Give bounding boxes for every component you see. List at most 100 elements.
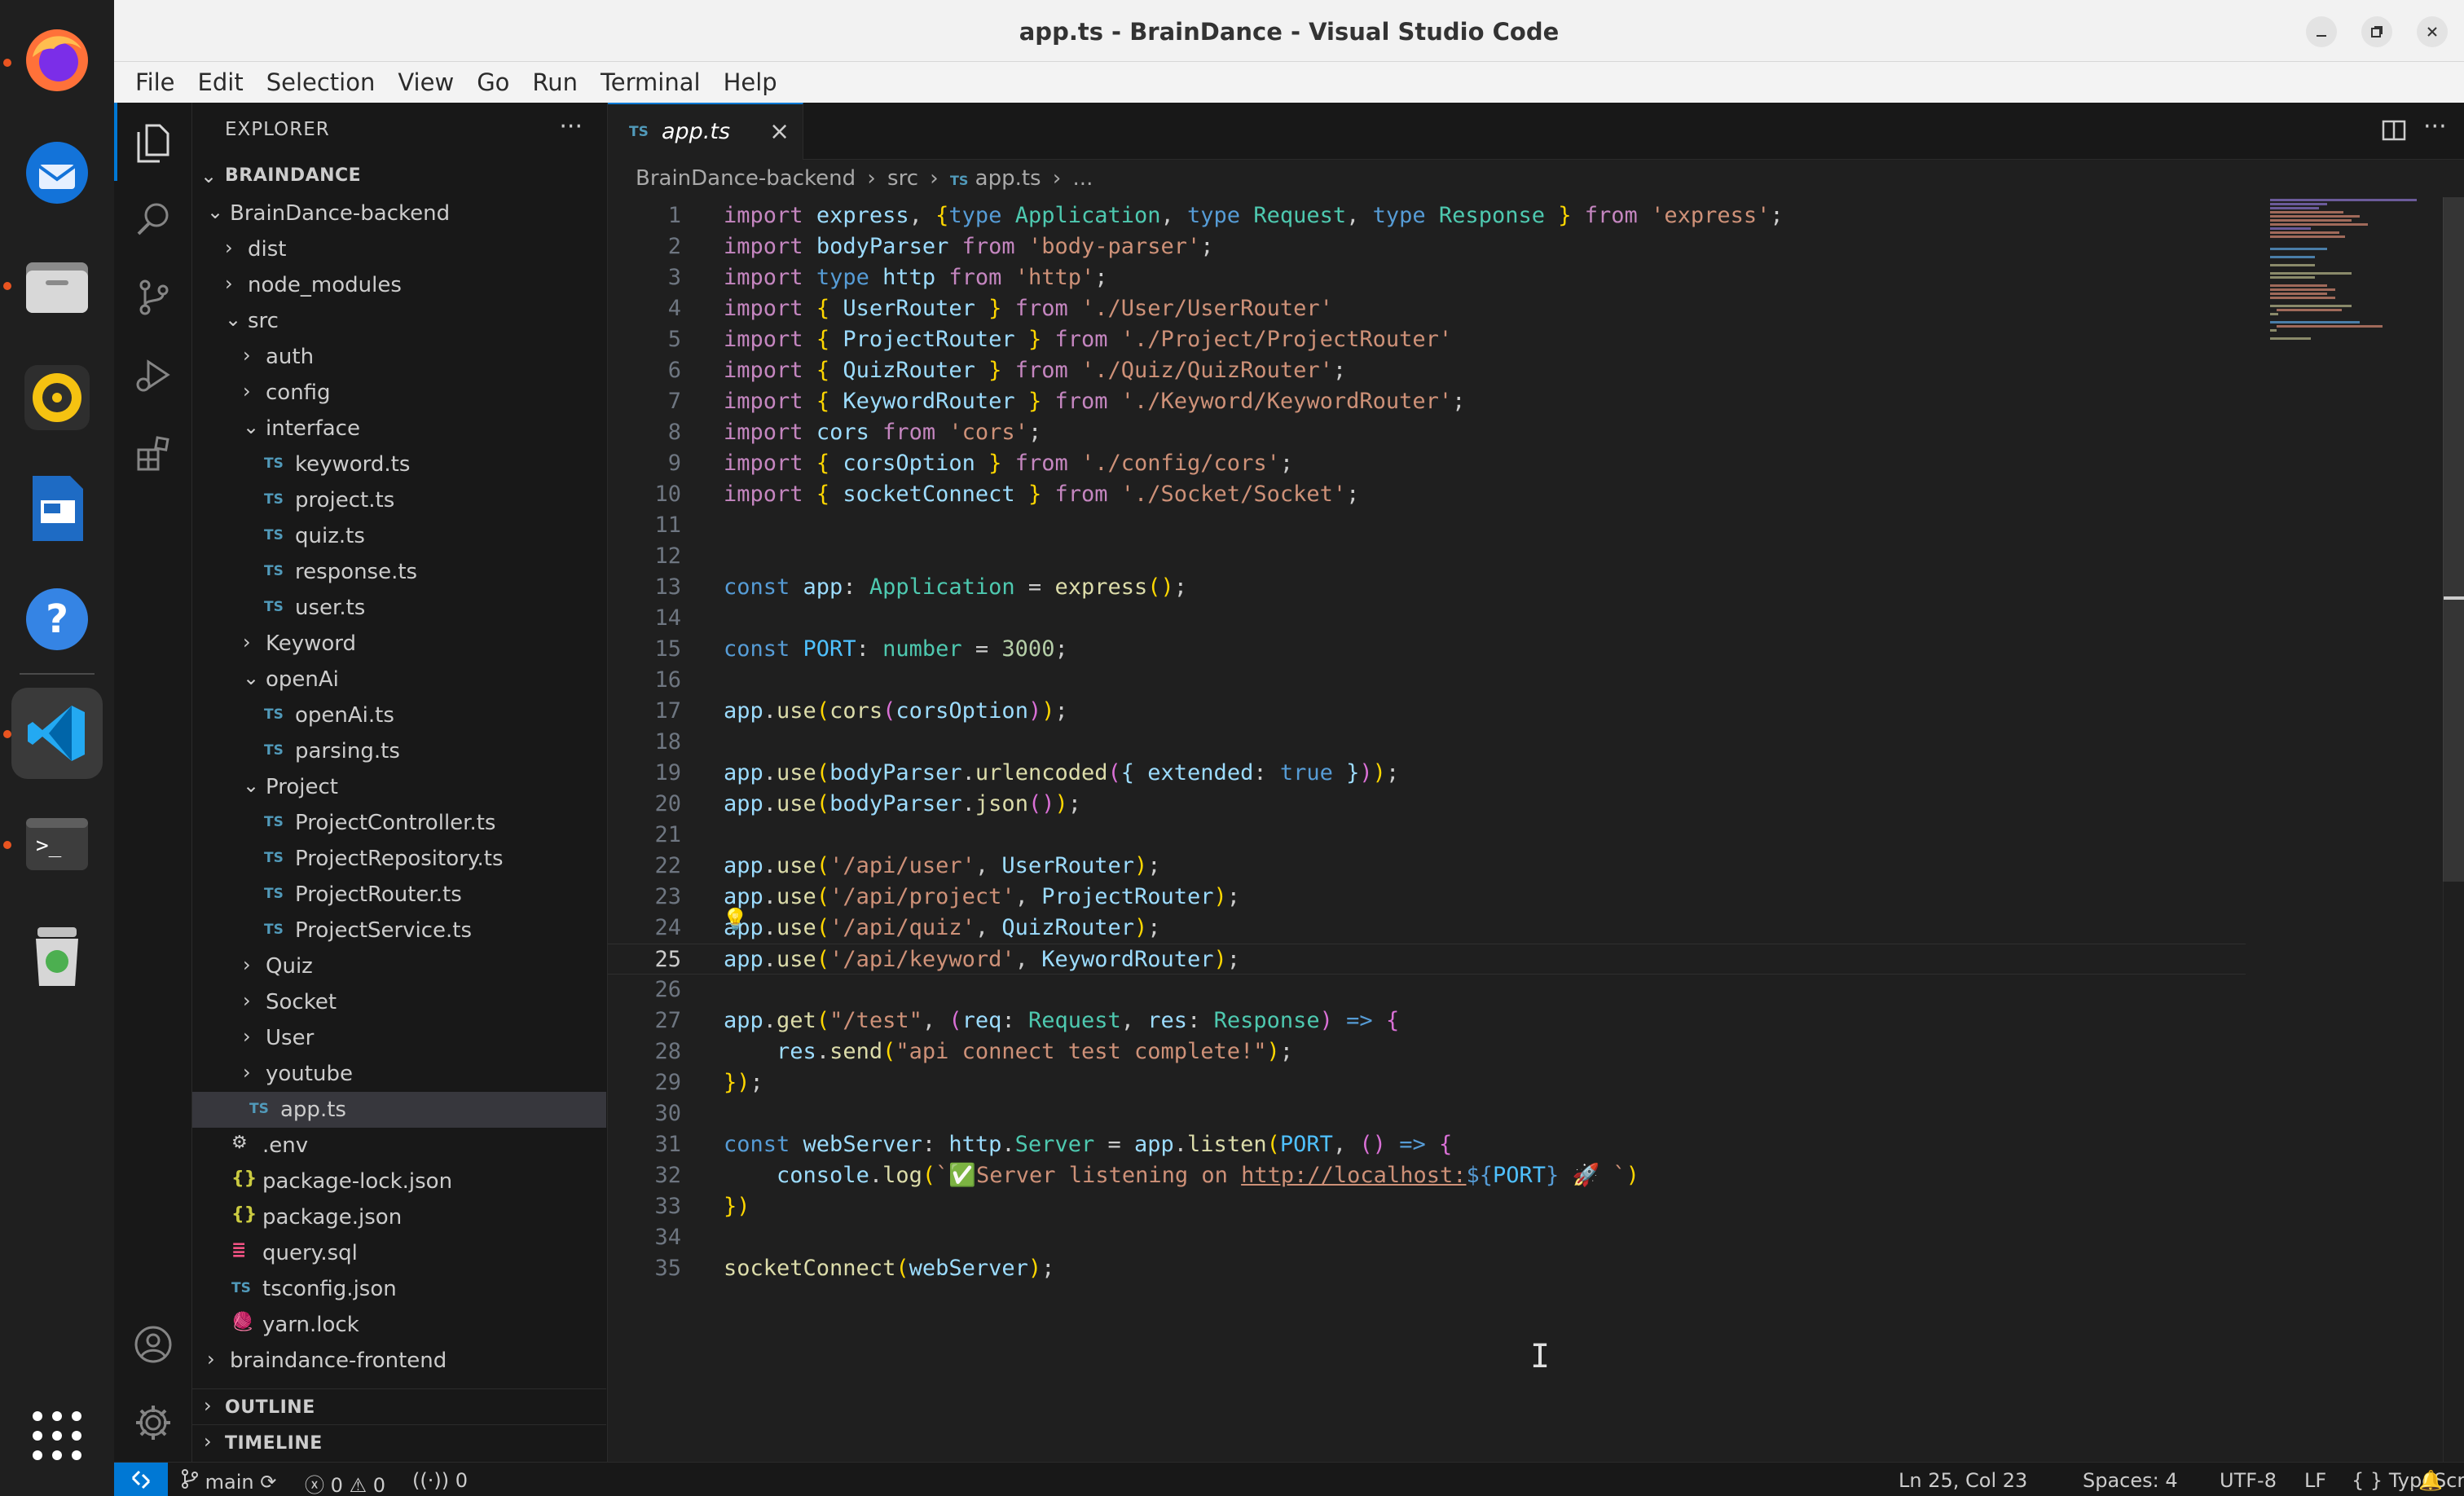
files-icon[interactable] bbox=[11, 241, 103, 332]
tree-file[interactable]: TS project.ts bbox=[192, 482, 606, 518]
code-line[interactable]: 2 import bodyParser from 'body-parser'; bbox=[608, 231, 2246, 262]
code-line[interactable]: 9 import { corsOption } from './config/co… bbox=[608, 448, 2246, 479]
encoding[interactable]: UTF-8 bbox=[2220, 1469, 2277, 1492]
lightbulb-icon[interactable]: 💡 bbox=[722, 908, 748, 932]
language-mode[interactable]: { } TypeScript bbox=[2352, 1469, 2464, 1492]
git-branch[interactable]: main ⟳ bbox=[181, 1469, 276, 1494]
code-line[interactable]: 33}) bbox=[608, 1191, 2246, 1222]
tree-folder[interactable]: › dist bbox=[192, 231, 606, 267]
code-line[interactable]: 10 import { socketConnect } from './Socke… bbox=[608, 479, 2246, 510]
code-line[interactable]: 5 import { ProjectRouter } from './Projec… bbox=[608, 324, 2246, 355]
tree-file[interactable]: TS app.ts bbox=[192, 1092, 606, 1128]
tree-folder[interactable]: › Keyword bbox=[192, 626, 606, 662]
tree-folder[interactable]: › config bbox=[192, 375, 606, 411]
tree-folder[interactable]: ⌄ openAi bbox=[192, 662, 606, 697]
problems-indicator[interactable]: ⓧ 0 ⚠ 0 bbox=[305, 1469, 385, 1496]
source-control-icon[interactable] bbox=[130, 274, 176, 319]
tree-file[interactable]: {} package.json bbox=[192, 1199, 606, 1235]
minimize-button[interactable] bbox=[2306, 16, 2337, 47]
split-editor-icon[interactable] bbox=[2381, 117, 2407, 147]
vscode-icon[interactable] bbox=[11, 688, 103, 779]
code-line[interactable]: 15 const PORT: number = 3000; bbox=[608, 634, 2246, 665]
tree-file[interactable]: ≣ query.sql bbox=[192, 1235, 606, 1271]
tree-file[interactable]: TS response.ts bbox=[192, 554, 606, 590]
code-line[interactable]: 6 import { QuizRouter } from './Quiz/Quiz… bbox=[608, 355, 2246, 386]
tree-folder[interactable]: ⌄ Project bbox=[192, 769, 606, 805]
tree-file[interactable]: TS tsconfig.json bbox=[192, 1271, 606, 1307]
tree-file[interactable]: TS parsing.ts bbox=[192, 733, 606, 769]
code-line[interactable]: 19 app.use(bodyParser.urlencoded({ extend… bbox=[608, 758, 2246, 789]
tree-folder[interactable]: › braindance-frontend bbox=[192, 1343, 606, 1379]
breadcrumb-item[interactable]: BrainDance-backend bbox=[636, 166, 856, 191]
menu-edit[interactable]: Edit bbox=[187, 68, 255, 96]
tree-folder[interactable]: › node_modules bbox=[192, 267, 606, 303]
code-line[interactable]: 31 const webServer: http.Server = app.lis… bbox=[608, 1129, 2246, 1160]
sync-icon[interactable]: ⟳ bbox=[260, 1471, 276, 1494]
code-line[interactable]: 16 bbox=[608, 665, 2246, 696]
code-line[interactable]: 17 app.use(cors(corsOption)); bbox=[608, 696, 2246, 727]
code-line[interactable]: 1 import express, {type Application, type… bbox=[608, 200, 2246, 231]
tab-app-ts[interactable]: TS app.ts × bbox=[608, 103, 803, 160]
code-line[interactable]: 8 import cors from 'cors'; bbox=[608, 417, 2246, 448]
workspace-root[interactable]: ⌄ BRAINDANCE bbox=[192, 160, 606, 196]
code-line[interactable]: 3 import type http from 'http'; bbox=[608, 262, 2246, 293]
close-tab-button[interactable]: × bbox=[769, 117, 790, 146]
indentation[interactable]: Spaces: 4 bbox=[2083, 1469, 2178, 1492]
code-line[interactable]: 24 app.use('/api/quiz', QuizRouter); bbox=[608, 913, 2246, 944]
maximize-button[interactable] bbox=[2361, 16, 2392, 47]
tree-folder[interactable]: › Quiz bbox=[192, 948, 606, 984]
tree-folder[interactable]: ⌄ interface bbox=[192, 411, 606, 447]
code-line[interactable]: 12 bbox=[608, 541, 2246, 572]
code-line[interactable]: 32 console.log(`✅Server listening on htt… bbox=[608, 1160, 2246, 1191]
tree-file[interactable]: 🧶 yarn.lock bbox=[192, 1307, 606, 1343]
menu-view[interactable]: View bbox=[386, 68, 465, 96]
ports-indicator[interactable]: ((·)) 0 bbox=[412, 1469, 468, 1492]
code-line[interactable]: 20 app.use(bodyParser.json()); bbox=[608, 789, 2246, 820]
explorer-more-actions[interactable]: ··· bbox=[559, 112, 583, 141]
menu-run[interactable]: Run bbox=[521, 68, 589, 96]
tree-folder[interactable]: › Socket bbox=[192, 984, 606, 1020]
remote-indicator[interactable] bbox=[114, 1463, 168, 1496]
code-line[interactable]: 30 bbox=[608, 1098, 2246, 1129]
vertical-scrollbar[interactable] bbox=[2443, 197, 2464, 1462]
tree-folder[interactable]: › auth bbox=[192, 339, 606, 375]
tree-folder[interactable]: › youtube bbox=[192, 1056, 606, 1092]
minimap[interactable] bbox=[2262, 197, 2433, 360]
code-line[interactable]: 4 import { UserRouter } from './User/User… bbox=[608, 293, 2246, 324]
trash-icon[interactable] bbox=[11, 909, 103, 1001]
rhythmbox-icon[interactable] bbox=[11, 352, 103, 443]
breadcrumb-item[interactable]: app.ts bbox=[975, 166, 1041, 191]
thunderbird-icon[interactable] bbox=[11, 127, 103, 218]
code-line[interactable]: 11 bbox=[608, 510, 2246, 541]
menu-file[interactable]: File bbox=[124, 68, 187, 96]
search-icon[interactable] bbox=[130, 196, 176, 241]
tree-file[interactable]: TS ProjectService.ts bbox=[192, 913, 606, 948]
run-debug-icon[interactable] bbox=[130, 352, 176, 398]
code-line[interactable]: 13 const app: Application = express(); bbox=[608, 572, 2246, 603]
code-line[interactable]: 23 app.use('/api/project', ProjectRouter)… bbox=[608, 882, 2246, 913]
menu-selection[interactable]: Selection bbox=[255, 68, 387, 96]
code-line[interactable]: 21 bbox=[608, 820, 2246, 851]
code-line[interactable]: 28 res.send("api connect test complete!"… bbox=[608, 1036, 2246, 1067]
code-line[interactable]: 35 socketConnect(webServer); bbox=[608, 1253, 2246, 1284]
code-line[interactable]: 34 bbox=[608, 1222, 2246, 1253]
tree-folder[interactable]: › User bbox=[192, 1020, 606, 1056]
tree-file[interactable]: TS ProjectRouter.ts bbox=[192, 877, 606, 913]
tree-file[interactable]: TS user.ts bbox=[192, 590, 606, 626]
extensions-icon[interactable] bbox=[130, 430, 176, 476]
terminal-icon[interactable]: >_ bbox=[11, 799, 103, 890]
code-line[interactable]: 18 bbox=[608, 727, 2246, 758]
explorer-icon[interactable] bbox=[130, 119, 176, 165]
cursor-position[interactable]: Ln 25, Col 23 bbox=[1899, 1469, 2027, 1492]
tree-file[interactable]: {} package-lock.json bbox=[192, 1164, 606, 1199]
tree-file[interactable]: TS keyword.ts bbox=[192, 447, 606, 482]
code-line[interactable]: 27 app.get("/test", (req: Request, res: R… bbox=[608, 1005, 2246, 1036]
breadcrumb-item[interactable]: ... bbox=[1073, 166, 1093, 191]
code-line[interactable]: 25 app.use('/api/keyword', KeywordRouter)… bbox=[608, 944, 2246, 975]
menu-terminal[interactable]: Terminal bbox=[589, 68, 712, 96]
code-line[interactable]: 14 bbox=[608, 603, 2246, 634]
manage-gear-icon[interactable] bbox=[130, 1400, 176, 1445]
tree-folder[interactable]: ⌄ BrainDance-backend bbox=[192, 196, 606, 231]
code-line[interactable]: 29}); bbox=[608, 1067, 2246, 1098]
close-window-button[interactable] bbox=[2417, 16, 2448, 47]
